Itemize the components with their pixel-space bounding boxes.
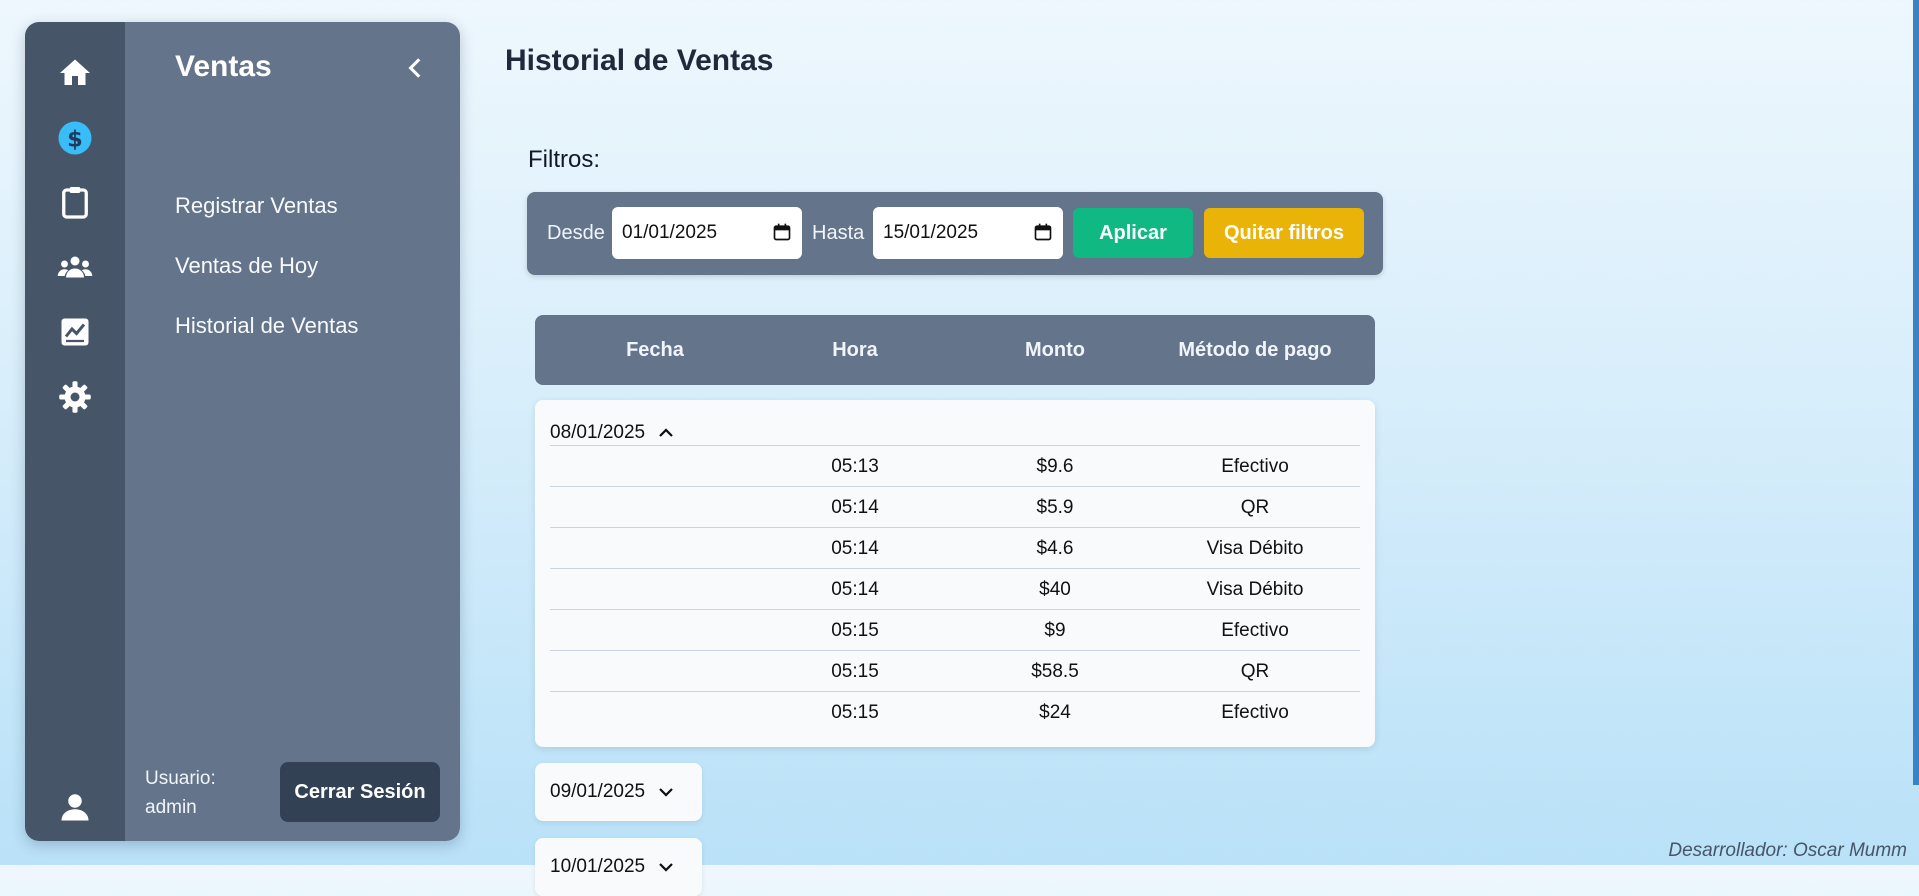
from-label: Desde: [547, 222, 605, 244]
chevron-down-icon: [659, 863, 673, 872]
cell-monto: $24: [1039, 702, 1071, 723]
users-icon[interactable]: [25, 245, 125, 289]
table-row: 05:15 $24 Efectivo: [550, 691, 1360, 733]
svg-text:$: $: [67, 126, 83, 152]
dollar-icon[interactable]: $: [25, 116, 125, 160]
to-date-input[interactable]: 15/01/2025: [873, 207, 1063, 259]
sidebar: $ Ventas Registrar Ventas Ventas de Hoy …: [25, 22, 460, 841]
cell-metodo: Efectivo: [1221, 620, 1289, 641]
filters-label: Filtros:: [528, 146, 600, 173]
cell-metodo: Visa Débito: [1206, 538, 1304, 559]
to-date-value: 15/01/2025: [883, 222, 979, 243]
filter-bar: Desde 01/01/2025 Hasta 15/01/2025 Aplica…: [527, 192, 1383, 275]
menu-item-ventas-de-hoy[interactable]: Ventas de Hoy: [175, 253, 318, 279]
menu-title: Ventas: [175, 50, 272, 83]
group-date: 10/01/2025: [550, 856, 646, 877]
table-row: 05:15 $58.5 QR: [550, 650, 1360, 692]
cell-metodo: QR: [1240, 497, 1270, 518]
cell-monto: $9.6: [1036, 456, 1074, 477]
cell-hora: 05:14: [831, 497, 879, 518]
cell-metodo: Visa Débito: [1206, 579, 1304, 600]
date-group-expanded: 08/01/2025 05:13 $9.6 Efectivo 05:14 $5.…: [535, 400, 1375, 747]
apply-filters-button[interactable]: Aplicar: [1073, 208, 1193, 258]
cell-metodo: QR: [1240, 661, 1270, 682]
collapse-sidebar-button[interactable]: [400, 52, 432, 84]
cell-hora: 05:14: [831, 579, 879, 600]
clipboard-icon[interactable]: [25, 180, 125, 224]
cell-hora: 05:14: [831, 538, 879, 559]
clear-filters-button[interactable]: Quitar filtros: [1204, 208, 1364, 258]
column-header-metodo: Método de pago: [1178, 339, 1332, 361]
column-header-fecha: Fecha: [626, 339, 684, 361]
cell-monto: $4.6: [1036, 538, 1074, 559]
table-row: 05:15 $9 Efectivo: [550, 609, 1360, 651]
table-row: 05:14 $5.9 QR: [550, 486, 1360, 528]
cell-monto: $9: [1044, 620, 1066, 641]
group-date: 09/01/2025: [550, 781, 646, 802]
cell-monto: $5.9: [1036, 497, 1074, 518]
column-header-monto: Monto: [1025, 339, 1085, 361]
gear-icon[interactable]: [25, 375, 125, 419]
column-header-hora: Hora: [832, 339, 878, 361]
page-title: Historial de Ventas: [505, 44, 774, 77]
menu-item-historial-de-ventas[interactable]: Historial de Ventas: [175, 313, 358, 339]
user-label: Usuario:: [145, 768, 216, 789]
table-row: 05:14 $4.6 Visa Débito: [550, 527, 1360, 569]
to-label: Hasta: [812, 222, 865, 244]
from-date-input[interactable]: 01/01/2025: [612, 207, 802, 259]
table-row: 05:14 $40 Visa Débito: [550, 568, 1360, 610]
from-date-value: 01/01/2025: [622, 222, 718, 243]
user-info: Usuario: admin: [145, 764, 216, 822]
cell-monto: $58.5: [1031, 661, 1079, 682]
date-group-toggle[interactable]: 08/01/2025: [550, 418, 675, 448]
home-icon[interactable]: [25, 51, 125, 95]
cell-metodo: Efectivo: [1221, 456, 1289, 477]
user-icon[interactable]: [25, 785, 125, 829]
menu-panel: Ventas Registrar Ventas Ventas de Hoy Hi…: [125, 22, 460, 841]
page-scrollbar[interactable]: [1913, 0, 1919, 785]
chevron-up-icon: [659, 428, 673, 437]
cell-monto: $40: [1039, 579, 1071, 600]
date-group-collapsed[interactable]: 09/01/2025: [535, 763, 702, 821]
chart-icon[interactable]: [25, 310, 125, 354]
group-date: 08/01/2025: [550, 422, 646, 443]
menu-item-registrar-ventas[interactable]: Registrar Ventas: [175, 193, 338, 219]
cell-hora: 05:13: [831, 456, 879, 477]
logout-button[interactable]: Cerrar Sesión: [280, 762, 440, 822]
cell-hora: 05:15: [831, 661, 879, 682]
cell-hora: 05:15: [831, 702, 879, 723]
user-name: admin: [145, 797, 197, 818]
table-row: 05:13 $9.6 Efectivo: [550, 445, 1360, 487]
icon-rail: $: [25, 22, 125, 841]
date-group-collapsed[interactable]: 10/01/2025: [535, 838, 702, 896]
cell-metodo: Efectivo: [1221, 702, 1289, 723]
developer-credit: Desarrollador: Oscar Mumm: [1668, 840, 1907, 861]
cell-hora: 05:15: [831, 620, 879, 641]
chevron-down-icon: [659, 788, 673, 797]
chevron-left-icon: [408, 58, 421, 78]
table-header: Fecha Hora Monto Método de pago: [535, 315, 1375, 385]
calendar-icon[interactable]: [772, 222, 792, 242]
calendar-icon[interactable]: [1033, 222, 1053, 242]
